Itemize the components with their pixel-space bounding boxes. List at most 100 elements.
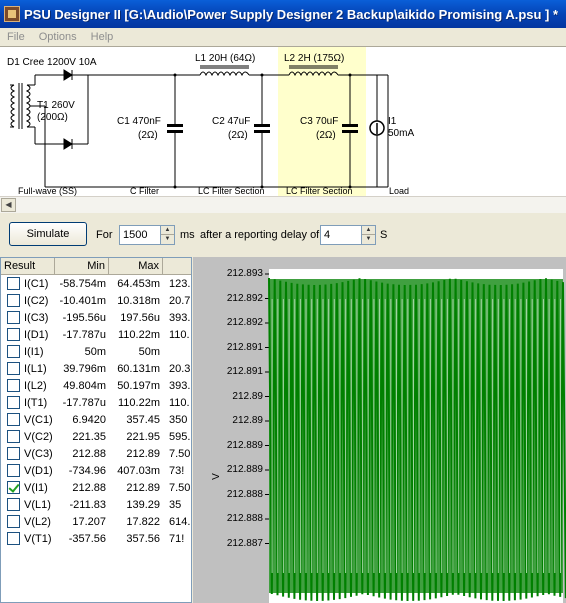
result-checkbox[interactable] <box>7 481 20 494</box>
table-row[interactable]: V(I1) 212.88 212.89 7.50 <box>1 479 191 496</box>
y-tick-label: 212.887 <box>226 537 263 549</box>
spinner-up-icon[interactable]: ▲ <box>362 226 375 235</box>
section-label-c-filter[interactable]: C Filter <box>130 186 159 196</box>
table-row[interactable]: V(L2) 17.207 17.822 614. <box>1 513 191 530</box>
result-min-cell: -195.56u <box>62 311 106 324</box>
current-source-symbol <box>369 120 385 136</box>
result-extra-cell: 350 <box>169 413 188 426</box>
result-checkbox[interactable] <box>7 379 20 392</box>
result-checkbox[interactable] <box>7 430 20 443</box>
result-min-cell: -58.754m <box>59 277 106 290</box>
result-checkbox[interactable] <box>7 515 20 528</box>
result-checkbox[interactable] <box>7 328 20 341</box>
table-row[interactable]: I(D1) -17.787u 110.22m 110. <box>1 326 191 343</box>
result-max-cell: 357.45 <box>126 413 160 426</box>
spinner-down-icon[interactable]: ▼ <box>362 235 375 244</box>
table-row[interactable]: I(L2) 49.804m 50.197m 393. <box>1 377 191 394</box>
result-name-cell: I(C1) <box>1 277 55 290</box>
result-checkbox[interactable] <box>7 498 20 511</box>
scroll-left-arrow-icon[interactable]: ◀ <box>1 198 16 212</box>
result-checkbox[interactable] <box>7 277 20 290</box>
result-min-cell: -357.56 <box>68 532 106 545</box>
result-extra-cell: 595. <box>169 430 191 443</box>
schematic-panel[interactable]: D1 Cree 1200V 10A T1 260V (200Ω) L1 20H … <box>0 46 566 197</box>
table-row[interactable]: I(C2) -10.401m 10.318m 20.7 <box>1 292 191 309</box>
title-bar[interactable]: PSU Designer II [G:\Audio\Power Supply D… <box>0 0 566 28</box>
y-tick-label: 212.889 <box>226 439 263 451</box>
c1-resistance: (2Ω) <box>138 130 158 141</box>
result-checkbox[interactable] <box>7 311 20 324</box>
result-name-cell: I(L2) <box>1 379 55 392</box>
window-title: PSU Designer II [G:\Audio\Power Supply D… <box>24 6 559 22</box>
result-min-cell: -734.96 <box>68 464 106 477</box>
table-row[interactable]: V(C1) 6.9420 357.45 350 <box>1 411 191 428</box>
menu-help[interactable]: Help <box>84 31 121 43</box>
table-row[interactable]: I(I1) 50m 50m <box>1 343 191 360</box>
table-row[interactable]: I(C1) -58.754m 64.453m 123. <box>1 275 191 292</box>
result-max-cell: 50m <box>138 345 160 358</box>
table-row[interactable]: I(T1) -17.787u 110.22m 110. <box>1 394 191 411</box>
column-header-max[interactable]: Max <box>109 258 163 275</box>
table-row[interactable]: V(D1) -734.96 407.03m 73! <box>1 462 191 479</box>
result-max-cell: 357.56 <box>126 532 160 545</box>
table-row[interactable]: V(C2) 221.35 221.95 595. <box>1 428 191 445</box>
result-name: I(L2) <box>24 379 47 392</box>
column-header-min[interactable]: Min <box>55 258 109 275</box>
y-tick-label: 212.892 <box>226 317 263 328</box>
result-extra-cell: 73! <box>169 464 185 477</box>
result-min-cell: 6.9420 <box>72 413 106 426</box>
result-min-cell: 49.804m <box>63 379 106 392</box>
result-checkbox[interactable] <box>7 413 20 426</box>
result-checkbox[interactable] <box>7 362 20 375</box>
schematic-scrollbar[interactable]: ◀ <box>0 196 566 213</box>
result-checkbox[interactable] <box>7 294 20 307</box>
delay-spinner[interactable]: ▲ ▼ <box>361 225 376 245</box>
section-label-fullwave[interactable]: Full-wave (SS) <box>18 186 77 196</box>
result-checkbox[interactable] <box>7 345 20 358</box>
spinner-up-icon[interactable]: ▲ <box>161 226 174 235</box>
menu-file[interactable]: File <box>0 31 32 43</box>
y-axis-label: V <box>210 473 222 480</box>
c3-label: C3 70uF <box>300 116 339 127</box>
results-table-body: I(C1) -58.754m 64.453m 123. I(C2) -10.401m 10.… <box>1 275 191 547</box>
result-name: V(I1) <box>24 481 48 494</box>
result-name-cell: I(C3) <box>1 311 55 324</box>
simulate-button[interactable]: Simulate <box>9 222 87 246</box>
result-checkbox[interactable] <box>7 396 20 409</box>
result-name: V(C2) <box>24 430 53 443</box>
result-checkbox[interactable] <box>7 464 20 477</box>
i1-value: 50mA <box>388 128 415 139</box>
result-max-cell: 110.22m <box>118 396 160 409</box>
table-row[interactable]: V(C3) 212.88 212.89 7.50 <box>1 445 191 462</box>
result-checkbox[interactable] <box>7 447 20 460</box>
result-name-cell: I(C2) <box>1 294 55 307</box>
result-min-cell: 212.88 <box>72 481 106 494</box>
waveform-plot[interactable]: 212.893 212.892 212.892 212.891 212.891 212.8… <box>193 257 566 603</box>
table-row[interactable]: V(T1) -357.56 357.56 71! <box>1 530 191 547</box>
result-max-cell: 197.56u <box>120 311 160 324</box>
result-min-cell: -17.787u <box>62 396 106 409</box>
app-window: PSU Designer II [G:\Audio\Power Supply D… <box>0 0 566 603</box>
column-header-result[interactable]: Result <box>1 258 55 275</box>
result-extra-cell: 20.7 <box>169 294 191 307</box>
section-label-lc-filter-1[interactable]: LC Filter Section <box>198 186 265 196</box>
table-row[interactable]: I(L1) 39.796m 60.131m 20.3 <box>1 360 191 377</box>
duration-spinner[interactable]: ▲ ▼ <box>160 225 175 245</box>
result-checkbox[interactable] <box>7 532 20 545</box>
table-row[interactable]: I(C3) -195.56u 197.56u 393. <box>1 309 191 326</box>
duration-input[interactable] <box>119 225 161 245</box>
section-label-load[interactable]: Load <box>389 186 409 196</box>
result-name: I(C2) <box>24 294 49 307</box>
menu-options[interactable]: Options <box>32 31 84 43</box>
results-table[interactable]: Result Min Max I(C1) -58.754m 64.453m 123. I… <box>0 257 192 603</box>
y-tick-label: 212.889 <box>226 464 263 475</box>
section-label-lc-filter-2[interactable]: LC Filter Section <box>286 186 353 196</box>
spinner-down-icon[interactable]: ▼ <box>161 235 174 244</box>
table-row[interactable]: V(L1) -211.83 139.29 35 <box>1 496 191 513</box>
delay-input[interactable] <box>320 225 362 245</box>
column-header-extra[interactable] <box>163 258 191 275</box>
result-extra-cell: 7.50 <box>169 481 191 494</box>
result-name: I(C1) <box>24 277 49 290</box>
result-name: V(C1) <box>24 413 53 426</box>
l1-label: L1 20H (64Ω) <box>195 53 256 64</box>
